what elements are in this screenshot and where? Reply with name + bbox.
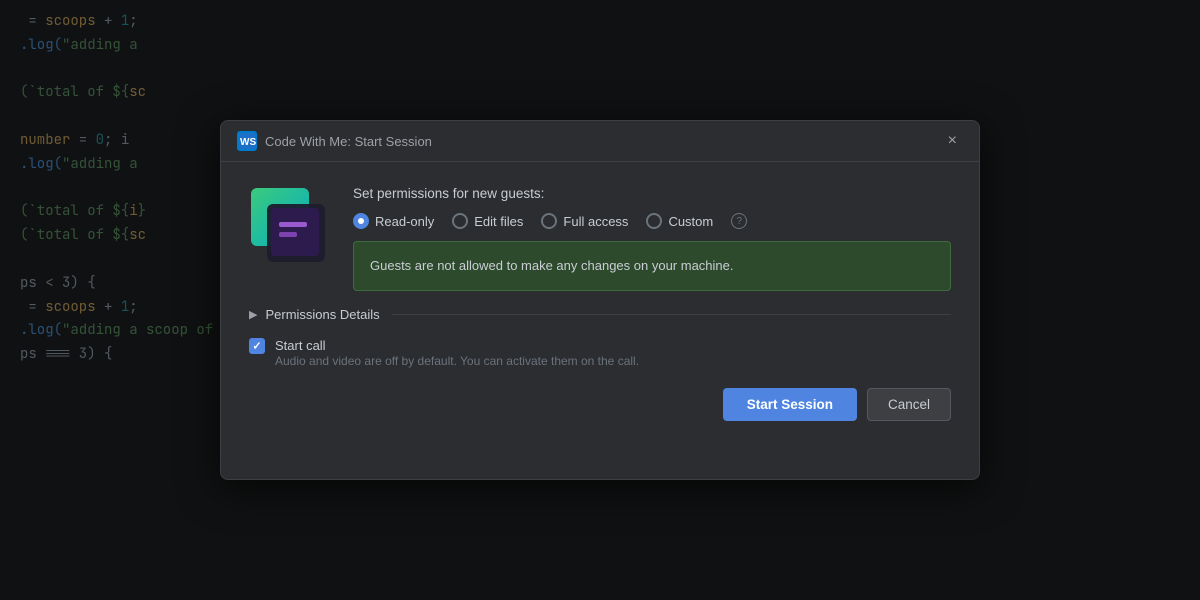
permissions-label: Set permissions for new guests:	[353, 186, 951, 201]
radio-readonly[interactable]: Read-only	[353, 213, 434, 229]
start-call-label[interactable]: Start call	[275, 338, 326, 353]
radio-custom-input[interactable]	[646, 213, 662, 229]
description-box: Guests are not allowed to make any chang…	[353, 241, 951, 291]
dialog-header: WS Code With Me: Start Session ×	[221, 121, 979, 162]
top-row: Set permissions for new guests: Read-onl…	[249, 186, 951, 291]
radio-readonly-input[interactable]	[353, 213, 369, 229]
radio-fullaccess-label[interactable]: Full access	[563, 214, 628, 229]
cancel-button[interactable]: Cancel	[867, 388, 951, 421]
buttons-row: Start Session Cancel	[249, 384, 951, 425]
permissions-details-toggle[interactable]: ▶ Permissions Details	[249, 307, 951, 322]
modal-overlay: WS Code With Me: Start Session ×	[0, 0, 1200, 600]
radio-editfiles[interactable]: Edit files	[452, 213, 523, 229]
start-call-checkbox-row[interactable]: Start call	[249, 338, 951, 354]
start-call-checkbox[interactable]	[249, 338, 265, 354]
radio-fullaccess-input[interactable]	[541, 213, 557, 229]
radio-editfiles-label[interactable]: Edit files	[474, 214, 523, 229]
radio-readonly-label[interactable]: Read-only	[375, 214, 434, 229]
call-sub-note: Audio and video are off by default. You …	[275, 354, 951, 368]
radio-fullaccess[interactable]: Full access	[541, 213, 628, 229]
start-session-button[interactable]: Start Session	[723, 388, 857, 421]
webstorm-icon: WS	[237, 131, 257, 151]
dialog-title: Code With Me: Start Session	[265, 134, 934, 149]
radio-custom-label[interactable]: Custom	[668, 214, 713, 229]
start-call-section: Start call Audio and video are off by de…	[249, 338, 951, 368]
app-logo	[249, 186, 329, 266]
chevron-right-icon: ▶	[249, 308, 257, 321]
logo-area	[249, 186, 329, 266]
radio-editfiles-input[interactable]	[452, 213, 468, 229]
help-icon[interactable]: ?	[731, 213, 747, 229]
close-button[interactable]: ×	[942, 131, 963, 151]
permissions-details-label: Permissions Details	[265, 307, 379, 322]
svg-text:WS: WS	[240, 137, 256, 148]
radio-custom[interactable]: Custom	[646, 213, 713, 229]
dialog: WS Code With Me: Start Session ×	[220, 120, 980, 480]
permissions-area: Set permissions for new guests: Read-onl…	[353, 186, 951, 291]
radio-group: Read-only Edit files Full access Cu	[353, 213, 951, 229]
dialog-body: Set permissions for new guests: Read-onl…	[221, 162, 979, 445]
